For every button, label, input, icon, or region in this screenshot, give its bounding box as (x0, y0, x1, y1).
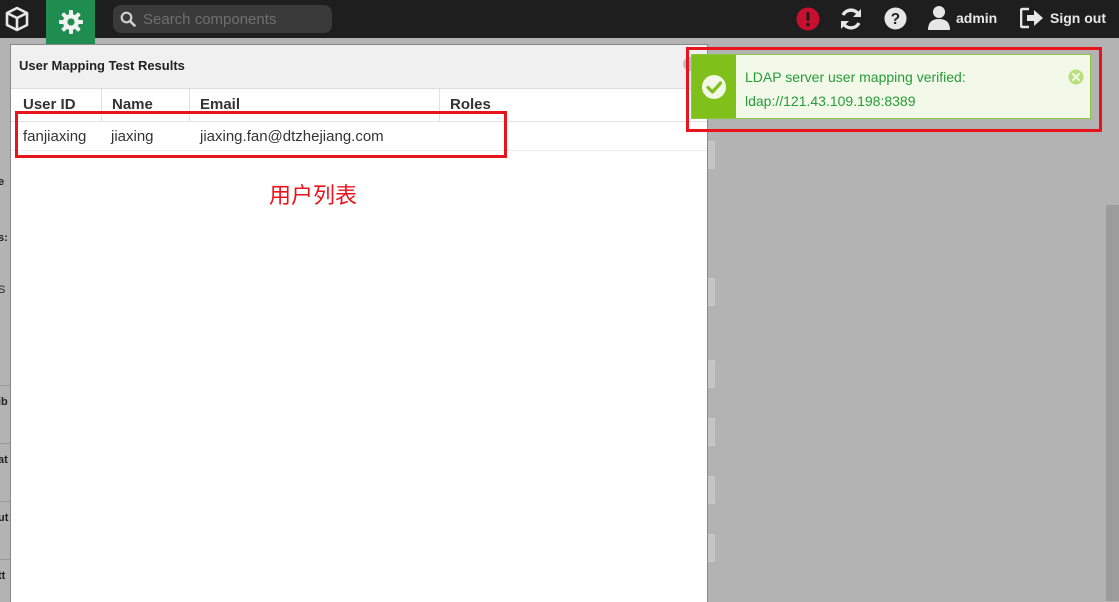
gear-icon (58, 10, 83, 34)
background-field (708, 476, 715, 504)
background-field (708, 534, 715, 562)
background-fragment: ut (0, 512, 9, 524)
background-divider (0, 559, 10, 560)
refresh-icon[interactable] (838, 6, 864, 37)
svg-text:?: ? (891, 11, 900, 28)
background-fragment: e (0, 176, 5, 188)
background-divider (0, 501, 10, 502)
alert-icon[interactable] (796, 7, 820, 36)
background-fragment: tt (0, 570, 6, 582)
background-divider (0, 385, 10, 386)
background-field (708, 278, 715, 306)
annotation-label: 用户列表 (269, 184, 358, 209)
help-icon[interactable]: ? (884, 7, 907, 35)
background-fragment: s: (0, 232, 8, 244)
top-navigation-bar: ? admin Sign out (0, 0, 1119, 44)
dialog-title: User Mapping Test Results (19, 58, 185, 73)
background-fragment: ib (0, 396, 8, 408)
user-menu[interactable]: admin (928, 5, 997, 31)
signout-button[interactable]: Sign out (1020, 7, 1106, 29)
annotation-highlight-user-row (15, 111, 507, 158)
background-divider (0, 443, 10, 444)
settings-tab[interactable] (46, 0, 95, 44)
search-input[interactable] (141, 9, 325, 29)
annotation-highlight-notification (686, 47, 1102, 132)
background-fragment: at (0, 454, 8, 466)
signout-label: Sign out (1050, 10, 1106, 26)
background-fragment: S (0, 284, 6, 296)
background-field (708, 418, 715, 446)
user-icon (928, 6, 950, 30)
background-field (708, 141, 715, 169)
search-box[interactable] (113, 5, 332, 33)
dialog-header: User Mapping Test Results (11, 45, 707, 89)
cube-logo-icon[interactable] (0, 0, 34, 38)
background-field (708, 360, 715, 388)
search-icon (120, 11, 136, 27)
signout-icon (1020, 7, 1043, 29)
background-scrollbar[interactable] (1106, 205, 1119, 601)
username-label: admin (956, 10, 998, 26)
